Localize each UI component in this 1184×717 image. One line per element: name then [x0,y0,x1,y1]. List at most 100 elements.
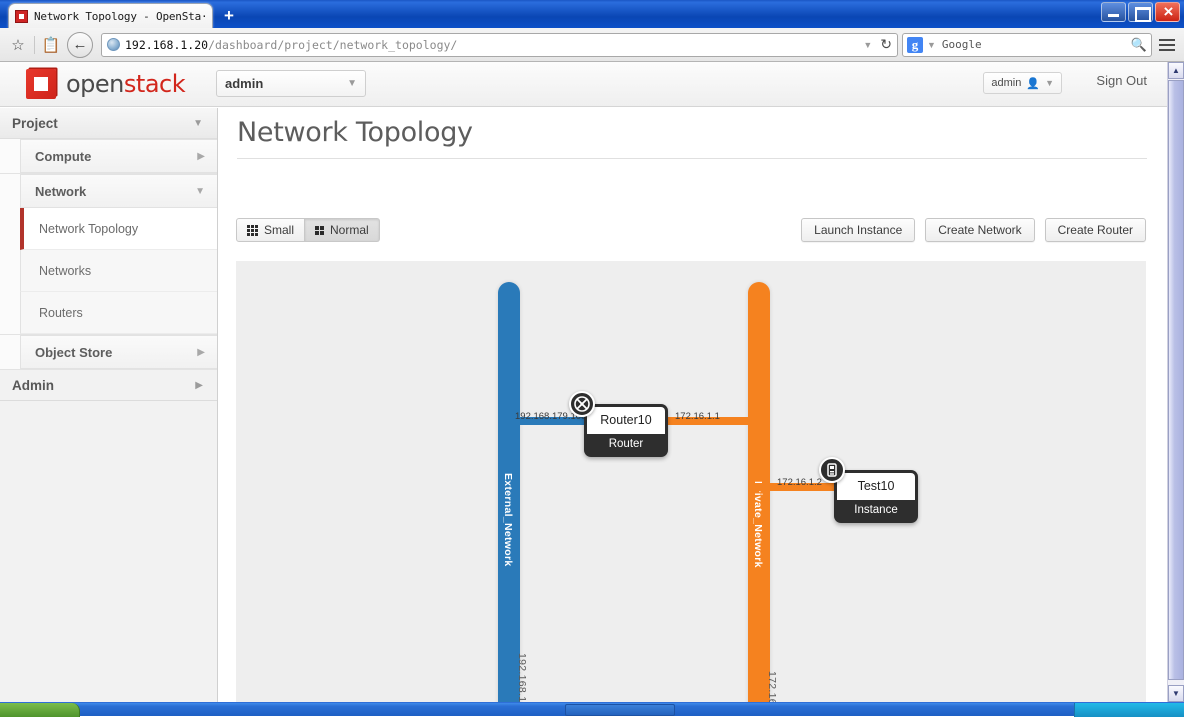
sidebar-item-network-topology[interactable]: Network Topology [20,208,217,250]
address-bar[interactable]: 192.168.1.20/dashboard/project/network_t… [101,32,898,57]
sidebar-group-label: Object Store [35,344,113,360]
taskbar-item[interactable] [565,704,675,716]
chevron-down-icon[interactable]: ▼ [863,40,872,50]
globe-icon [107,38,120,51]
create-network-button[interactable]: Create Network [925,218,1035,242]
network-cidr-private: 172.16.1.0/24 [766,671,778,702]
browser-tab-title: Network Topology - OpenSta··· [34,9,206,23]
sidebar: Project ▼ Compute ▶ Network ▼ Network To… [0,108,218,702]
browser-tab[interactable]: Network Topology - OpenSta··· [8,3,213,28]
sidebar-item-compute[interactable]: Compute ▶ [20,139,217,173]
sidebar-item-object-store[interactable]: Object Store ▶ [20,335,217,369]
star-icon[interactable]: ☆ [6,33,30,57]
url-text: 192.168.1.20/dashboard/project/network_t… [125,38,457,52]
chevron-down-icon[interactable]: ▼ [927,40,936,50]
address-bar-controls: ▼ ↻ [863,36,892,53]
back-arrow-icon[interactable]: ← [67,31,93,58]
sidebar-group-object-store: Object Store ▶ [0,335,217,370]
sidebar-item-routers[interactable]: Routers [20,292,217,334]
reload-icon[interactable]: ↻ [880,36,892,53]
scroll-up-icon[interactable]: ▲ [1168,62,1184,79]
browser-window: Network Topology - OpenSta··· + ☆ 📋 ← 19… [0,0,1184,702]
search-input[interactable]: g ▼ Google 🔍 [902,32,1152,57]
openstack-cube-icon [26,69,56,99]
router-node-name: Router10 [587,407,665,434]
tenant-dropdown[interactable]: admin ▼ [216,70,366,97]
sidebar-section-label: Project [12,115,58,131]
window-controls [1101,2,1181,22]
user-menu[interactable]: admin 👤 ▼ [983,72,1062,94]
search-icon[interactable]: 🔍 [1131,37,1147,53]
view-size-toggle: Small Normal [236,218,380,242]
topology-canvas[interactable]: External_Network 192.168.179.0/24 Privat… [236,261,1146,702]
close-button[interactable] [1155,2,1181,22]
toggle-small-label: Small [264,223,295,237]
topology-node-router[interactable]: Router10 Router [569,391,668,457]
hamburger-menu-icon[interactable] [1156,38,1178,51]
favicon-icon [15,9,28,23]
sidebar-link-label: Networks [39,263,92,278]
brand-stack: stack [123,70,186,98]
sidebar-link-label: Network Topology [39,221,139,236]
sidebar-link-label: Routers [39,305,83,320]
title-divider [237,158,1147,159]
tenant-label: admin [225,76,264,91]
page-viewport: openstack admin ▼ admin 👤 ▼ Sign Out Pro… [0,62,1167,702]
start-button[interactable] [0,703,80,717]
page-title: Network Topology [237,117,473,148]
grid-small-icon [247,224,258,236]
new-tab-button[interactable]: + [218,6,240,26]
brand-open: open [66,70,124,98]
os-taskbar [0,702,1184,717]
sidebar-section-project[interactable]: Project ▼ [0,108,217,139]
brand-wordmark: openstack [66,70,186,98]
url-host: 192.168.1.20 [125,37,209,52]
minimize-button[interactable] [1101,2,1126,22]
network-label-external: External_Network [502,473,514,567]
openstack-header: openstack admin ▼ admin 👤 ▼ Sign Out [0,62,1167,107]
url-path: /dashboard/project/network_topology/ [208,37,458,52]
create-router-button[interactable]: Create Router [1044,218,1146,242]
ip-label-instance: 172.16.1.2 [777,477,822,488]
chevron-down-icon: ▼ [347,78,357,89]
sidebar-section-label: Admin [12,377,54,393]
sidebar-group-network: Network ▼ Network Topology Networks Rout… [0,174,217,335]
scroll-down-icon[interactable]: ▼ [1168,685,1184,702]
sidebar-group-compute: Compute ▶ [0,139,217,174]
sidebar-item-networks[interactable]: Networks [20,250,217,292]
clipboard-icon[interactable]: 📋 [39,33,63,57]
maximize-button[interactable] [1128,2,1153,22]
topology-node-instance[interactable]: Test10 Instance [819,457,918,523]
toggle-normal-label: Normal [330,223,369,237]
grid-normal-icon [315,225,325,235]
chevron-right-icon: ▶ [197,150,205,162]
ip-label-router-private: 172.16.1.1 [675,411,720,422]
instance-node-name: Test10 [837,473,915,500]
sidebar-section-admin[interactable]: Admin ▶ [0,370,217,401]
browser-toolbar: ☆ 📋 ← 192.168.1.20/dashboard/project/net… [0,28,1184,62]
scrollbar-thumb[interactable] [1168,80,1184,680]
page-scrollbar[interactable]: ▲ ▼ [1167,62,1184,702]
instance-node-type: Instance [854,504,898,516]
sidebar-group-label: Network [35,183,87,199]
chevron-right-icon: ▶ [197,346,205,358]
chevron-down-icon: ▼ [193,117,203,129]
sidebar-item-network[interactable]: Network ▼ [20,174,217,208]
topology-graph: External_Network 192.168.179.0/24 Privat… [236,261,1146,702]
toggle-small[interactable]: Small [236,218,306,242]
instance-icon [819,457,845,483]
toggle-normal[interactable]: Normal [305,218,380,242]
router-node-type: Router [608,438,644,450]
launch-instance-button[interactable]: Launch Instance [801,218,916,242]
router-icon [569,391,595,417]
chevron-down-icon: ▼ [195,185,205,197]
sidebar-group-label: Compute [35,148,92,164]
system-tray[interactable] [1074,703,1184,717]
openstack-logo[interactable]: openstack [26,69,186,99]
search-engine-label: Google [941,38,982,51]
toolbar-divider [34,35,35,54]
network-cidr-external: 192.168.179.0/24 [516,653,528,702]
browser-title-bar: Network Topology - OpenSta··· + [0,0,1184,28]
sign-out-link[interactable]: Sign Out [1096,73,1147,88]
chevron-right-icon: ▶ [195,379,203,391]
